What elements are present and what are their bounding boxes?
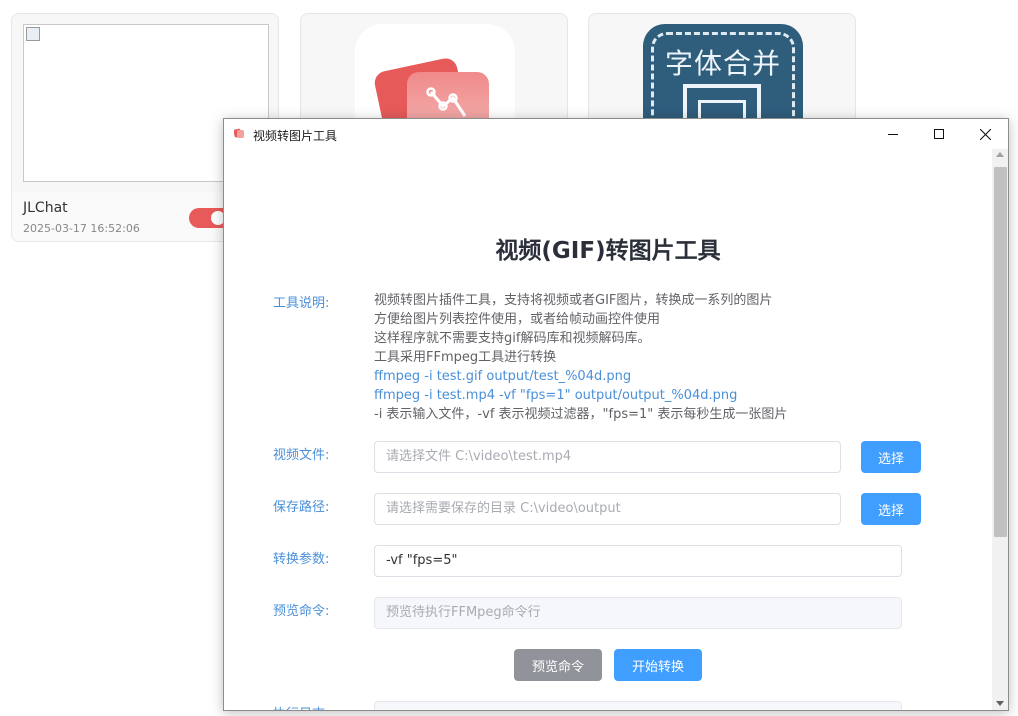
minimize-icon (888, 134, 898, 135)
description-line: 工具采用FFmpeg工具进行转换 (374, 350, 557, 365)
start-convert-button[interactable]: 开始转换 (614, 649, 702, 681)
close-icon (979, 128, 991, 140)
card-name: JLChat (23, 200, 68, 216)
vertical-scrollbar[interactable] (992, 149, 1008, 710)
title-bar[interactable]: 视频转图片工具 (224, 119, 1008, 149)
minimize-button[interactable] (870, 119, 916, 149)
description-line: 这样程序就不需要支持gif解码库和视频解码库。 (374, 331, 651, 346)
close-button[interactable] (962, 119, 1008, 149)
scroll-down-icon[interactable] (996, 701, 1004, 706)
tool-window: 视频转图片工具 视频(GIF)转图片工具 工具说明: 视频转图片插件工具，支持将… (223, 118, 1009, 711)
app-logo-icon (234, 128, 244, 138)
log-output (374, 701, 902, 710)
preview-command-field: 预览待执行FFMpeg命令行 (374, 597, 902, 629)
scroll-up-icon[interactable] (996, 152, 1004, 157)
scrollbar-thumb[interactable] (994, 167, 1007, 537)
video-file-input[interactable]: 请选择文件 C:\video\test.mp4 (374, 441, 841, 473)
save-path-label: 保存路径: (273, 500, 330, 515)
log-label: 执行日志: (273, 703, 329, 710)
select-save-path-button[interactable]: 选择 (861, 493, 921, 525)
save-path-input[interactable]: 请选择需要保存的目录 C:\video\output (374, 493, 841, 525)
maximize-button[interactable] (916, 119, 962, 149)
description-line: 方便给图片列表控件使用，或者给帧动画控件使用 (374, 312, 661, 327)
description-label: 工具说明: (273, 296, 330, 311)
video-file-label: 视频文件: (273, 448, 330, 463)
description-line: -i 表示输入文件，-vf 表示视频过滤器，"fps=1" 表示每秒生成一张图片 (374, 407, 788, 422)
description-text: 视频转图片插件工具，支持将视频或者GIF图片，转换成一系列的图片 方便给图片列表… (374, 291, 787, 424)
card-time: 2025-03-17 16:52:06 (23, 222, 140, 235)
params-label: 转换参数: (273, 552, 330, 567)
select-video-button[interactable]: 选择 (861, 441, 921, 473)
maximize-icon (934, 129, 944, 139)
preview-label: 预览命令: (273, 604, 330, 619)
description-line: 视频转图片插件工具，支持将视频或者GIF图片，转换成一系列的图片 (374, 293, 773, 308)
command-example: ffmpeg -i test.gif output/test_%04d.png (374, 369, 632, 384)
window-title: 视频转图片工具 (253, 129, 338, 143)
preview-command-button[interactable]: 预览命令 (514, 649, 602, 681)
command-example: ffmpeg -i test.mp4 -vf "fps=1" output/ou… (374, 388, 738, 403)
params-input[interactable]: -vf "fps=5" (374, 545, 902, 577)
window-content: 视频(GIF)转图片工具 工具说明: 视频转图片插件工具，支持将视频或者GIF图… (224, 149, 992, 710)
page-title: 视频(GIF)转图片工具 (495, 238, 721, 264)
